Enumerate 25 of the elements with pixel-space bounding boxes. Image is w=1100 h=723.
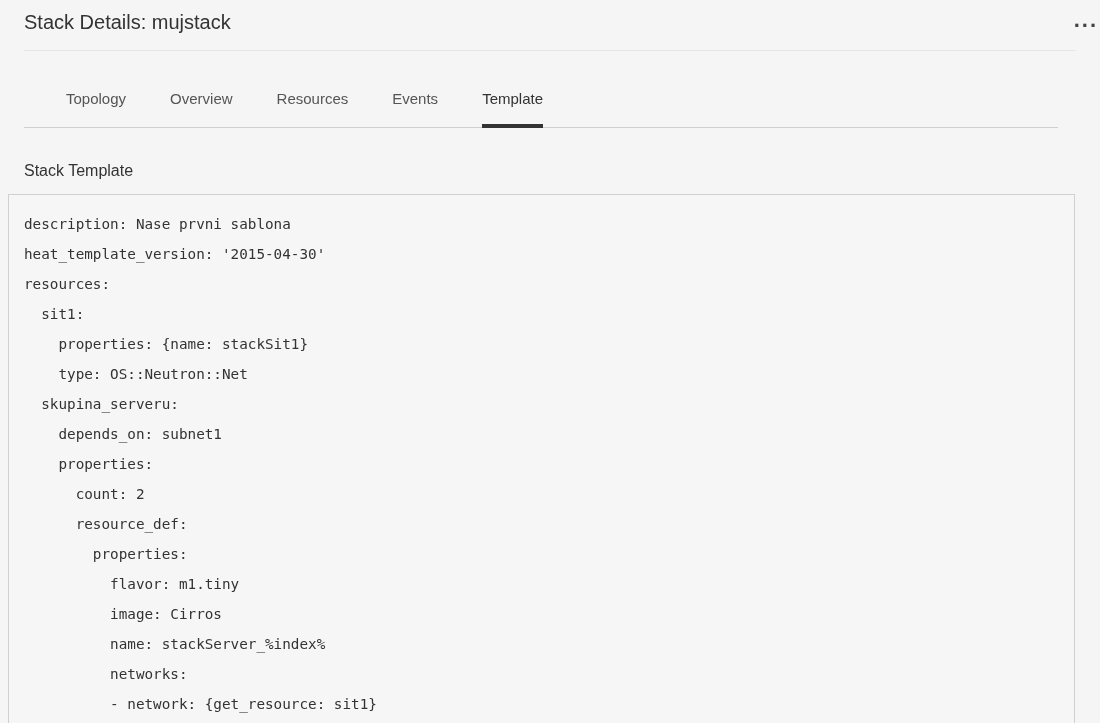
code-line: description: Nase prvni sablona — [24, 215, 292, 234]
code-line: skupina_serveru: — [40, 395, 180, 415]
code-line: resource_def: — [74, 515, 189, 535]
code-line: - network: {get_resource: sit1} — [109, 695, 378, 715]
code-line: resources: — [24, 275, 112, 294]
code-line: flavor: m1.tiny — [109, 575, 241, 594]
code-line: depends_on: subnet1 — [57, 425, 223, 445]
code-line: type: OS::Neutron::Net — [57, 365, 249, 384]
tab[interactable]: Topology — [66, 79, 127, 128]
page-title: Stack Details: mujstack — [24, 10, 231, 35]
tab[interactable]: Overview — [170, 79, 233, 128]
code-line: properties: — [91, 545, 189, 564]
tab[interactable]: Resources — [276, 79, 349, 128]
code-line: count: 2 — [74, 485, 146, 504]
tab[interactable]: Events — [392, 79, 439, 128]
tab[interactable]: Template — [482, 79, 543, 128]
code-line: properties: {name: stackSit1} — [57, 335, 310, 354]
code-line: networks: — [109, 665, 189, 684]
section-title: Stack Template — [24, 162, 135, 180]
code-line: heat_template_version: '2015-04-30' — [24, 245, 327, 265]
code-line: name: stackServer_%index% — [109, 635, 327, 655]
more-menu-button[interactable]: ... — [1073, 7, 1098, 43]
code-line: properties: — [57, 455, 155, 474]
code-line: sit1: — [40, 305, 86, 324]
code-line: image: Cirros — [109, 605, 223, 624]
